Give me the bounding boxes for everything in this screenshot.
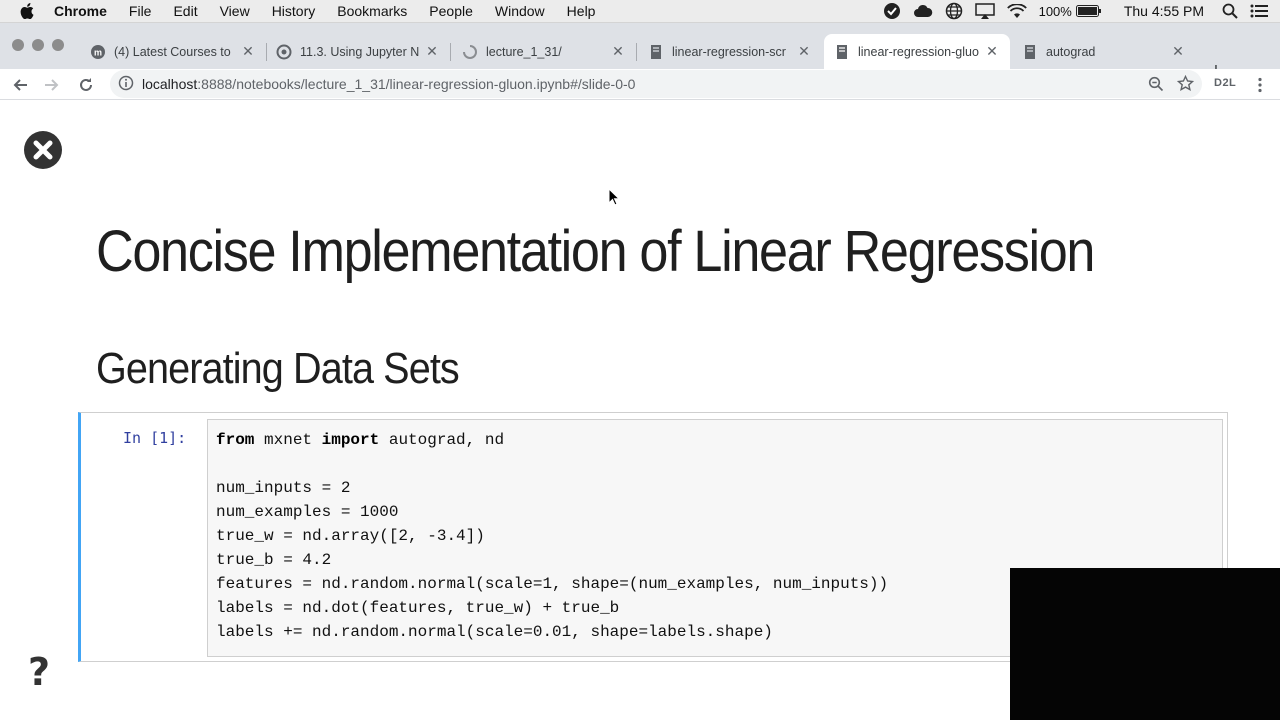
tab-title: (4) Latest Courses to — [114, 44, 231, 59]
apple-icon[interactable] — [20, 3, 36, 19]
m-icon: m — [90, 44, 106, 60]
menu-help[interactable]: Help — [567, 3, 596, 19]
tab-latest-courses[interactable]: m (4) Latest Courses to ✕ — [80, 34, 266, 69]
battery-percent: 100% — [1038, 3, 1072, 19]
tab-lecture-folder[interactable]: lecture_1_31/ ✕ — [452, 34, 636, 69]
code-line: num_examples = 1000 — [216, 503, 399, 521]
macos-menu-bar: Chrome File Edit View History Bookmarks … — [0, 0, 1280, 23]
address-bar[interactable]: localhost:8888/notebooks/lecture_1_31/li… — [110, 70, 1202, 98]
globe-icon — [276, 44, 292, 60]
slide-subtitle: Generating Data Sets — [96, 344, 460, 393]
reload-icon[interactable] — [74, 73, 98, 97]
code-line: true_w = nd.array([2, -3.4]) — [216, 527, 485, 545]
tab-linear-regression-gluon[interactable]: linear-regression-gluo ✕ — [824, 34, 1010, 69]
battery-icon[interactable] — [1075, 5, 1102, 17]
svg-text:m: m — [94, 47, 102, 57]
help-icon[interactable]: ? — [28, 650, 50, 694]
notebook-icon — [1022, 44, 1038, 60]
menu-view[interactable]: View — [220, 3, 250, 19]
slide-title: Concise Implementation of Linear Regress… — [96, 219, 1095, 284]
menu-window[interactable]: Window — [495, 3, 545, 19]
tab-close-icon[interactable]: ✕ — [610, 43, 626, 60]
menu-history[interactable]: History — [272, 3, 316, 19]
code-line: num_inputs = 2 — [216, 479, 351, 497]
back-arrow-icon[interactable] — [8, 73, 32, 97]
tab-close-icon[interactable]: ✕ — [240, 43, 256, 60]
menu-edit[interactable]: Edit — [173, 3, 197, 19]
tab-title: linear-regression-scr — [672, 44, 786, 59]
creative-cloud-icon[interactable] — [913, 3, 933, 19]
cell-prompt: In [1]: — [123, 429, 187, 447]
zoom-icon[interactable] — [1148, 76, 1164, 95]
notification-center-icon[interactable] — [1250, 4, 1268, 18]
tab-strip: m (4) Latest Courses to ✕ 11.3. Using Ju… — [0, 23, 1280, 82]
code-line: from mxnet import autograd, nd — [216, 431, 505, 449]
window-zoom-button[interactable] — [52, 39, 64, 51]
webcam-overlay — [1010, 568, 1280, 720]
info-icon[interactable] — [118, 75, 134, 94]
more-menu-icon[interactable] — [1248, 73, 1272, 97]
mouse-cursor-icon — [608, 187, 621, 211]
window-close-button[interactable] — [12, 39, 24, 51]
tab-close-icon[interactable]: ✕ — [984, 43, 1000, 60]
forward-arrow-icon[interactable] — [40, 73, 64, 97]
loading-icon — [462, 44, 478, 60]
tab-linear-regression-scratch[interactable]: linear-regression-scr ✕ — [638, 34, 822, 69]
tab-close-icon[interactable]: ✕ — [796, 43, 812, 60]
menu-file[interactable]: File — [129, 3, 152, 19]
airplay-icon[interactable] — [974, 3, 995, 19]
window-minimize-button[interactable] — [32, 39, 44, 51]
spotlight-search-icon[interactable] — [1222, 3, 1238, 19]
wifi-icon[interactable] — [1006, 3, 1027, 19]
bookmark-star-icon[interactable] — [1176, 74, 1195, 95]
tab-title: lecture_1_31/ — [486, 44, 562, 59]
clock[interactable]: Thu 4:55 PM — [1124, 3, 1204, 19]
tab-using-jupyter[interactable]: 11.3. Using Jupyter N ✕ — [266, 34, 450, 69]
tab-close-icon[interactable]: ✕ — [1170, 43, 1186, 60]
globe-icon[interactable] — [945, 2, 963, 20]
menu-bookmarks[interactable]: Bookmarks — [337, 3, 407, 19]
url-path: :8888/notebooks/lecture_1_31/linear-regr… — [197, 76, 636, 92]
tab-title: autograd — [1046, 44, 1096, 59]
url-host: localhost — [142, 76, 198, 92]
notebook-icon — [834, 44, 850, 60]
notebook-icon — [648, 44, 664, 60]
tab-close-icon[interactable]: ✕ — [424, 43, 440, 60]
tab-title: linear-regression-gluo — [858, 44, 979, 59]
menu-chrome[interactable]: Chrome — [54, 3, 107, 19]
tab-title: 11.3. Using Jupyter N — [300, 44, 420, 59]
status-icon[interactable] — [883, 2, 901, 20]
tab-autograd[interactable]: autograd ✕ — [1012, 34, 1196, 69]
exit-slideshow-close-icon[interactable] — [23, 130, 63, 175]
menu-people[interactable]: People — [429, 3, 473, 19]
d2l-extension-button[interactable]: D2L — [1214, 77, 1236, 89]
browser-toolbar: localhost:8888/notebooks/lecture_1_31/li… — [0, 69, 1280, 100]
